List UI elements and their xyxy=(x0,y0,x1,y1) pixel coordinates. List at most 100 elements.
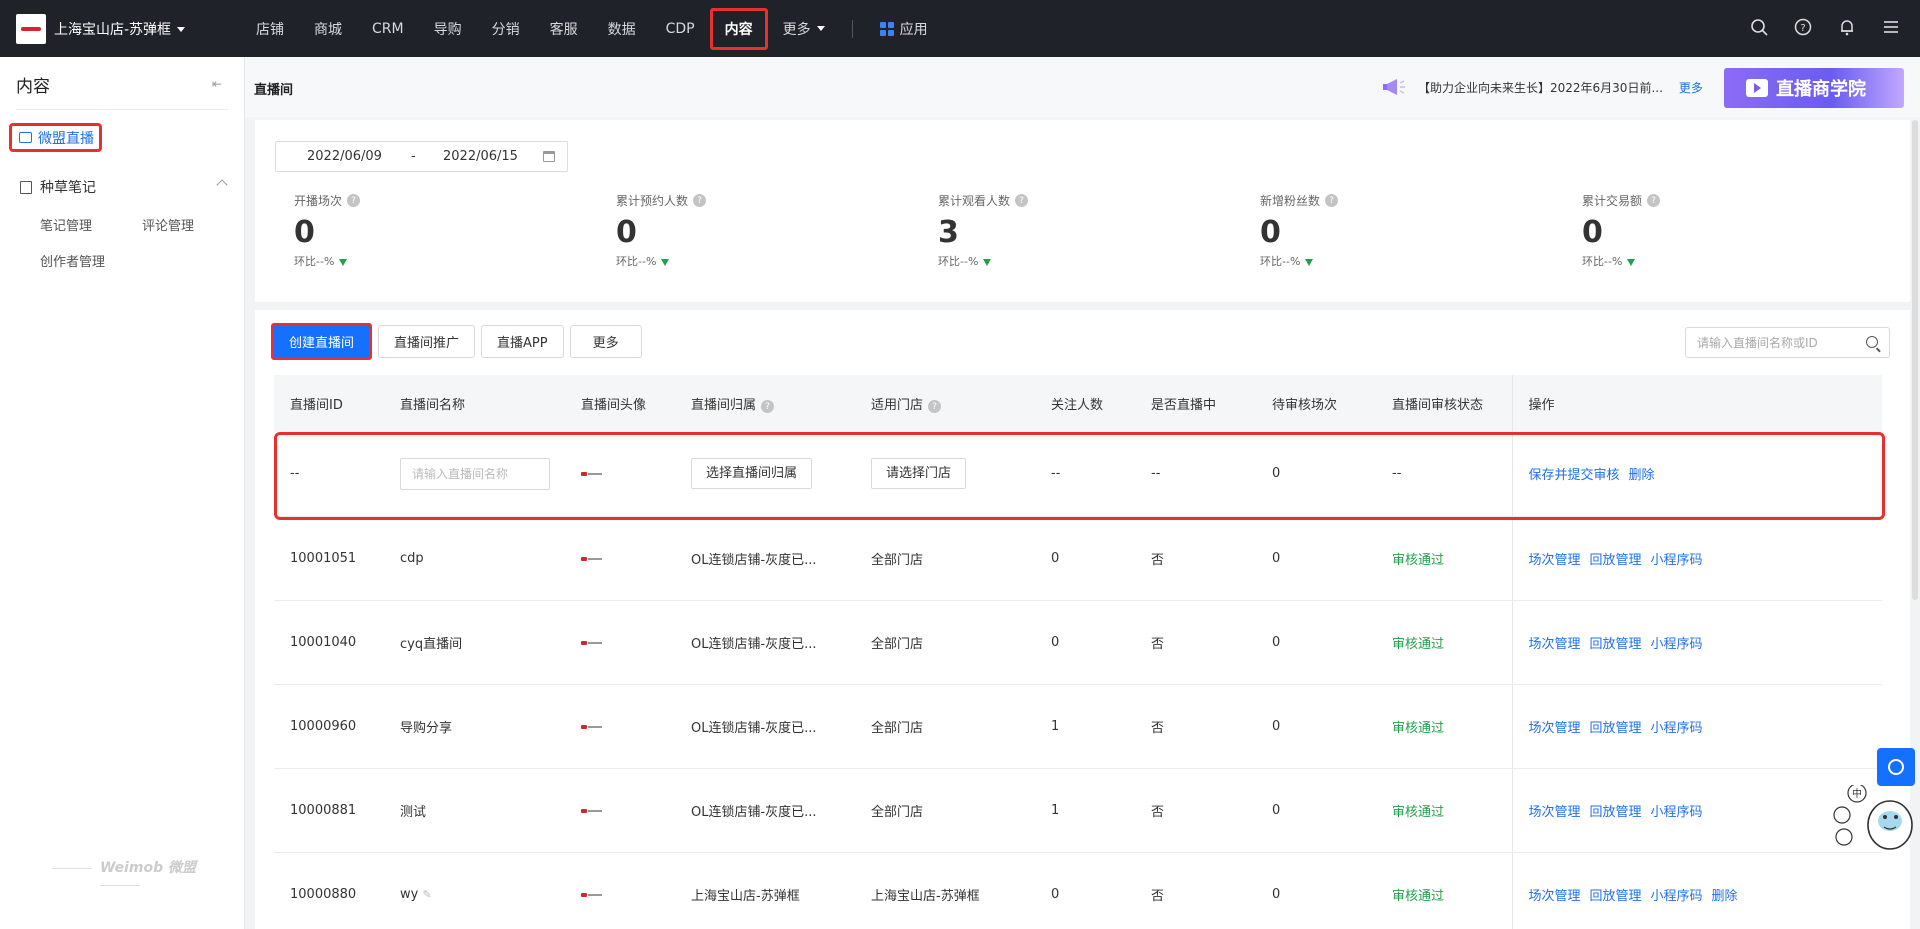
search-icon[interactable] xyxy=(1866,336,1878,348)
delete-link[interactable]: 删除 xyxy=(1629,468,1655,483)
edit-pencil-icon[interactable]: ✎ xyxy=(422,888,431,901)
status-badge: 审核通过 xyxy=(1376,600,1512,685)
delete-link[interactable]: 删除 xyxy=(1712,889,1738,904)
avatar xyxy=(581,556,603,562)
arrow-down-icon xyxy=(661,258,670,266)
session-manage-link[interactable]: 场次管理 xyxy=(1529,553,1581,568)
table-row: 10000881 测试 OL连锁店铺-灰度已... 全部门店 1 否 0 审核通… xyxy=(274,768,1882,853)
avatar xyxy=(581,892,603,898)
session-manage-link[interactable]: 场次管理 xyxy=(1529,805,1581,820)
sidebar-group-notes[interactable]: 种草笔记 xyxy=(20,177,230,197)
nav-more[interactable]: 更多 xyxy=(768,0,840,57)
live-icon xyxy=(19,132,32,143)
mini-program-code-link[interactable]: 小程序码 xyxy=(1651,637,1703,652)
mascot-icon[interactable]: 中 xyxy=(1830,785,1918,855)
save-submit-link[interactable]: 保存并提交审核 xyxy=(1529,468,1620,483)
table-row: 10000960 导购分享 OL连锁店铺-灰度已... 全部门店 1 否 0 审… xyxy=(274,684,1882,769)
play-icon xyxy=(1746,79,1768,97)
col-id: 直播间ID xyxy=(274,375,384,432)
status-badge: 审核通过 xyxy=(1376,684,1512,769)
customer-service-button[interactable] xyxy=(1877,748,1915,786)
sidebar-item-creator-manage[interactable]: 创作者管理 xyxy=(40,251,105,270)
sidebar-item-comment-manage[interactable]: 评论管理 xyxy=(142,215,194,234)
mini-program-code-link[interactable]: 小程序码 xyxy=(1651,553,1703,568)
date-start: 2022/06/09 xyxy=(307,149,382,164)
stat-gmv: 累计交易额? 0 环比--% xyxy=(1582,192,1782,269)
bell-icon[interactable] xyxy=(1836,16,1858,38)
svg-text:?: ? xyxy=(1800,23,1805,34)
help-icon[interactable]: ? xyxy=(1792,16,1814,38)
replay-manage-link[interactable]: 回放管理 xyxy=(1590,637,1642,652)
date-separator: - xyxy=(411,149,416,164)
create-live-room-button[interactable]: 创建直播间 xyxy=(271,323,373,360)
col-status: 直播间审核状态 xyxy=(1376,375,1512,432)
menu-icon[interactable] xyxy=(1880,16,1902,38)
nav-distribution[interactable]: 分销 xyxy=(477,0,535,57)
date-end: 2022/06/15 xyxy=(443,149,518,164)
col-name: 直播间名称 xyxy=(384,375,565,432)
sidebar-item-note-manage[interactable]: 笔记管理 xyxy=(40,215,92,234)
main-nav: 店铺 商城 CRM 导购 分销 客服 数据 CDP 内容 更多 应用 xyxy=(241,0,943,57)
store-switcher[interactable]: 上海宝山店-苏弹框 xyxy=(16,14,186,44)
question-icon[interactable]: ? xyxy=(693,194,707,207)
date-range-picker[interactable]: 2022/06/09 - 2022/06/15 xyxy=(275,141,568,172)
nav-apps[interactable]: 应用 xyxy=(865,0,943,57)
notice-more-link[interactable]: 更多 xyxy=(1679,79,1703,96)
page-title: 直播间 xyxy=(254,83,294,98)
session-manage-link[interactable]: 场次管理 xyxy=(1529,637,1581,652)
calendar-icon xyxy=(543,151,555,162)
room-name-input[interactable]: 请输入直播间名称 xyxy=(400,457,550,490)
stat-new-fans: 新增粉丝数? 0 环比--% xyxy=(1260,192,1460,269)
status-badge: 审核通过 xyxy=(1376,768,1512,853)
nav-data[interactable]: 数据 xyxy=(593,0,651,57)
nav-guide[interactable]: 导购 xyxy=(419,0,477,57)
search-input[interactable]: 请输入直播间名称或ID xyxy=(1685,327,1890,358)
question-icon[interactable]: ? xyxy=(1015,194,1029,207)
question-icon[interactable]: ? xyxy=(928,400,942,414)
arrow-down-icon xyxy=(983,258,992,266)
question-icon[interactable]: ? xyxy=(1325,194,1339,207)
mini-program-code-link[interactable]: 小程序码 xyxy=(1651,889,1703,904)
nav-cdp[interactable]: CDP xyxy=(651,0,710,57)
nav-crm[interactable]: CRM xyxy=(357,0,419,57)
store-logo xyxy=(16,14,46,44)
col-actions: 操作 xyxy=(1511,375,1882,432)
question-icon[interactable]: ? xyxy=(761,400,775,414)
live-room-list-card: 创建直播间 直播间推广 直播APP 更多 请输入直播间名称或ID 直播间ID 直… xyxy=(255,310,1910,929)
live-app-button[interactable]: 直播APP xyxy=(481,325,564,358)
notice-text[interactable]: 【助力企业向未来生长】2022年6月30日前... xyxy=(1418,79,1663,96)
nav-shop[interactable]: 店铺 xyxy=(241,0,299,57)
question-icon[interactable]: ? xyxy=(347,194,361,207)
caret-down-icon xyxy=(816,26,825,31)
question-icon[interactable]: ? xyxy=(1647,194,1661,207)
replay-manage-link[interactable]: 回放管理 xyxy=(1590,553,1642,568)
avatar xyxy=(581,640,603,646)
nav-mall[interactable]: 商城 xyxy=(299,0,357,57)
session-manage-link[interactable]: 场次管理 xyxy=(1529,889,1581,904)
mini-program-code-link[interactable]: 小程序码 xyxy=(1651,721,1703,736)
search-icon[interactable] xyxy=(1748,16,1770,38)
stat-viewers: 累计观看人数? 3 环比--% xyxy=(938,192,1138,269)
nav-content[interactable]: 内容 xyxy=(709,7,768,50)
replay-manage-link[interactable]: 回放管理 xyxy=(1590,889,1642,904)
arrow-down-icon xyxy=(1627,258,1636,266)
nav-service[interactable]: 客服 xyxy=(535,0,593,57)
more-button[interactable]: 更多 xyxy=(569,325,642,358)
live-academy-banner[interactable]: 直播商学院 xyxy=(1724,68,1904,108)
arrow-down-icon xyxy=(339,258,348,266)
collapse-icon[interactable]: ⇤ xyxy=(212,77,222,91)
caret-down-icon xyxy=(177,26,186,32)
select-owner-button[interactable]: 选择直播间归属 xyxy=(691,458,813,490)
sidebar-item-weimob-live[interactable]: 微盟直播 xyxy=(9,123,102,152)
replay-manage-link[interactable]: 回放管理 xyxy=(1590,721,1642,736)
replay-manage-link[interactable]: 回放管理 xyxy=(1590,805,1642,820)
mini-program-code-link[interactable]: 小程序码 xyxy=(1651,805,1703,820)
notice-bar: 【助力企业向未来生长】2022年6月30日前... 更多 xyxy=(1382,77,1703,97)
chevron-up-icon xyxy=(216,179,228,191)
apps-grid-icon xyxy=(879,21,894,36)
promote-button[interactable]: 直播间推广 xyxy=(378,325,476,358)
session-manage-link[interactable]: 场次管理 xyxy=(1529,721,1581,736)
page-scrollbar[interactable] xyxy=(1912,120,1918,600)
select-store-button[interactable]: 请选择门店 xyxy=(871,458,967,490)
col-avatar: 直播间头像 xyxy=(565,375,675,432)
